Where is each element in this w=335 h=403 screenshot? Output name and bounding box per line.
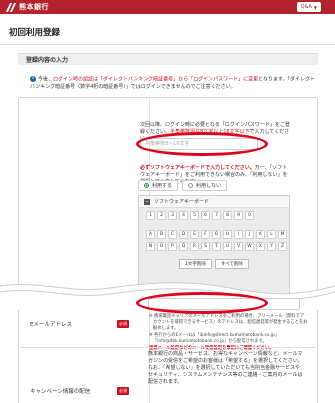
radio-selected-icon	[144, 183, 149, 188]
key[interactable]: P	[168, 242, 177, 251]
login-change-notice: i 今後、ログイン時の認証は「ダイレクトバンキング暗証番号」から「ログインパスワー…	[30, 76, 318, 92]
delete-one-button[interactable]: 1文字削除	[179, 259, 212, 269]
key[interactable]: 2	[157, 211, 166, 220]
info-icon: i	[30, 76, 36, 82]
campaign-description: 熊本銀行の商品・サービス、お得なキャンペーン情報など、メールマガジンの受信をご希…	[148, 351, 303, 385]
radio-not-use-label: 利用しない	[196, 183, 222, 189]
keyboard-radio-group: 利用する 利用しない	[138, 180, 228, 191]
qa-button[interactable]: Q&A ▼	[296, 2, 321, 12]
key[interactable]: M	[278, 230, 287, 239]
email-note-1-text: 携帯電話キャリアのメールアドレスをご利用の場合、フリーメール（無料でアカウントを…	[153, 314, 308, 331]
notice-text-highlight: ログイン時の認証は「ダイレクトバンキング暗証番号」から「ログインパスワード」に変…	[53, 76, 259, 83]
key[interactable]: O	[157, 242, 166, 251]
campaign-label: キャンペーン情報の配信	[30, 389, 91, 395]
keyboard-warning-red: 必ずソフトウェアキーボードで入力してください。	[140, 165, 255, 171]
key[interactable]: B	[157, 230, 166, 239]
delete-all-button[interactable]: すべて削除	[214, 259, 249, 269]
key[interactable]: 0	[245, 211, 254, 220]
key[interactable]: 1	[146, 211, 155, 220]
key-row-numbers: 1 2 3 4 5 6 7 8 9 0	[139, 211, 289, 220]
key[interactable]: T	[212, 242, 221, 251]
key[interactable]: J	[245, 230, 254, 239]
radio-use-label: 利用する	[152, 183, 173, 189]
bank-logo-icon	[5, 3, 17, 12]
key[interactable]: L	[267, 230, 276, 239]
notice-text-1: 今後、	[38, 76, 54, 83]
key[interactable]: H	[223, 230, 232, 239]
email-note-2-text: 各行からのEメールは「ibinfo@direct.kumamotobank.co…	[153, 333, 280, 344]
qa-label: Q&A	[300, 4, 312, 10]
keyboard-header: − ソフトウェアキーボード	[139, 196, 289, 208]
key[interactable]: E	[190, 230, 199, 239]
key[interactable]: U	[223, 242, 232, 251]
key[interactable]: 6	[201, 211, 210, 220]
chevron-down-icon: ▼	[313, 4, 317, 10]
key[interactable]: 3	[168, 211, 177, 220]
key[interactable]: K	[256, 230, 265, 239]
key[interactable]: D	[179, 230, 188, 239]
app-header: 熊本銀行 Q&A ▼	[0, 0, 335, 14]
key[interactable]: W	[245, 242, 254, 251]
keyboard-actions: 1文字削除 すべて削除	[139, 259, 289, 269]
radio-not-use-keyboard[interactable]: 利用しない	[182, 180, 228, 191]
page-title: 初回利用登録	[9, 28, 61, 38]
key[interactable]: X	[256, 242, 265, 251]
collapse-icon[interactable]: −	[144, 198, 150, 205]
key[interactable]: S	[201, 242, 210, 251]
key[interactable]: V	[234, 242, 243, 251]
key[interactable]: I	[234, 230, 243, 239]
email-note-2: ※ 各行からのEメールは「ibinfo@direct.kumamotobank.…	[149, 333, 280, 344]
key[interactable]: C	[168, 230, 177, 239]
radio-unselected-icon	[188, 183, 194, 188]
key-row-letters-1: A B C D E F G H I J K L M	[139, 230, 289, 239]
section-title: 登録内容の入力	[18, 53, 318, 65]
key[interactable]: 9	[234, 211, 243, 220]
email-required-badge: 必須	[117, 320, 129, 328]
key[interactable]: A	[146, 230, 155, 239]
key[interactable]: Y	[267, 242, 276, 251]
campaign-required-badge: 必須	[117, 387, 129, 395]
key[interactable]: F	[201, 230, 210, 239]
email-label: Eメールアドレス	[30, 322, 72, 328]
bank-name: 熊本銀行	[19, 3, 49, 11]
key[interactable]: R	[190, 242, 199, 251]
key[interactable]: N	[146, 242, 155, 251]
key-row-letters-2: N O P Q R S T U V W X Y Z	[139, 242, 289, 251]
highlight-ellipse-email	[136, 292, 268, 314]
radio-use-keyboard[interactable]: 利用する	[138, 180, 179, 191]
email-note-1: ※ 携帯電話キャリアのメールアドレスをご利用の場合、フリーメール（無料でアカウン…	[149, 314, 308, 331]
title-divider	[0, 44, 335, 45]
key[interactable]: Z	[278, 242, 287, 251]
key[interactable]: G	[212, 230, 221, 239]
highlight-ellipse-password	[136, 132, 268, 156]
key[interactable]: 5	[190, 211, 199, 220]
key[interactable]: 7	[212, 211, 221, 220]
key[interactable]: 8	[223, 211, 232, 220]
keyboard-title: ソフトウェアキーボード	[154, 199, 210, 205]
key[interactable]: 4	[179, 211, 188, 220]
key[interactable]: Q	[179, 242, 188, 251]
row-divider	[18, 347, 318, 348]
